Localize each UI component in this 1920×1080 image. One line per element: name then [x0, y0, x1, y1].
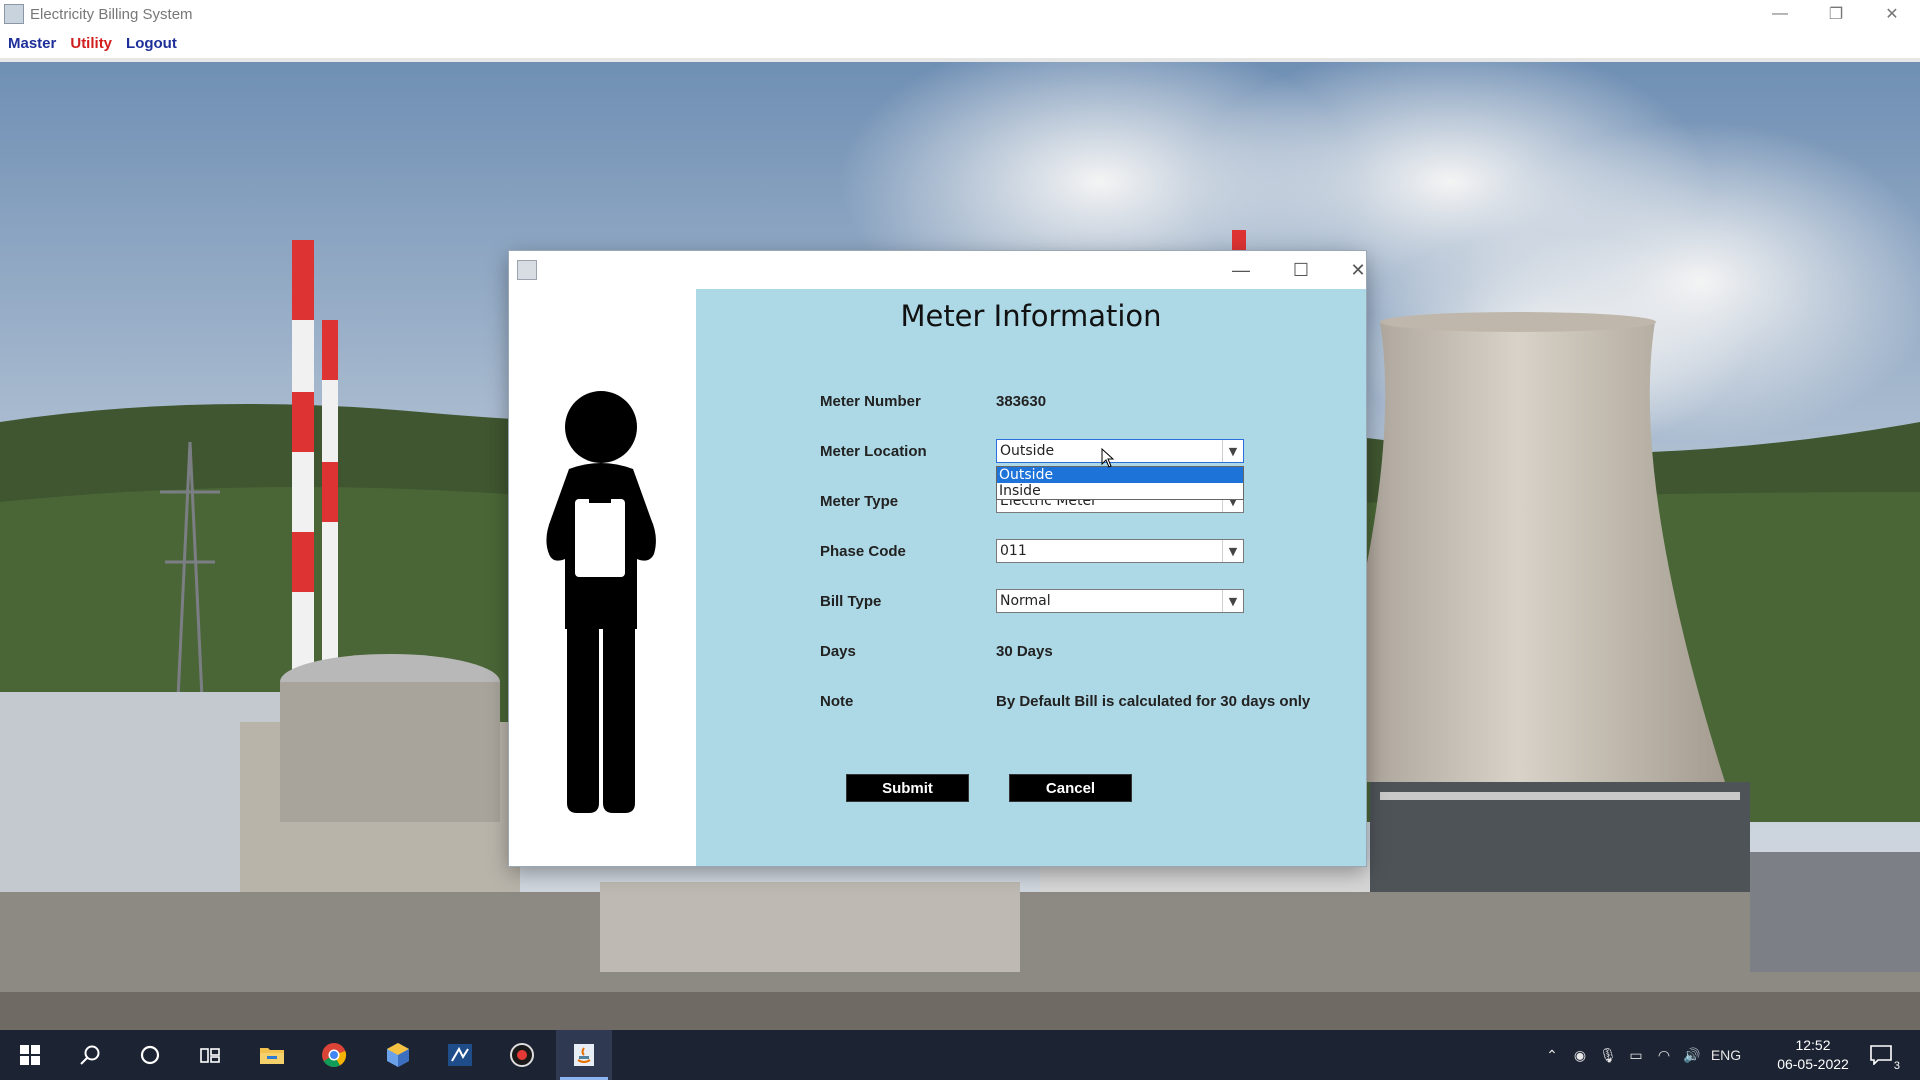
java-app-icon[interactable] [556, 1030, 612, 1080]
ide-icon[interactable] [432, 1030, 488, 1080]
dialog-maximize-button[interactable]: ☐ [1277, 251, 1325, 289]
chevron-down-icon[interactable]: ▼ [1222, 440, 1243, 462]
bill-type-select[interactable]: Normal ▼ [996, 589, 1244, 613]
app-title: Electricity Billing System [30, 5, 193, 23]
phase-code-select[interactable]: 011 ▼ [996, 539, 1244, 563]
bill-type-selected: Normal [1000, 593, 1051, 609]
meter-location-dropdown-list: Outside Inside [996, 466, 1244, 500]
submit-button[interactable]: Submit [846, 774, 969, 802]
record-icon[interactable] [494, 1030, 550, 1080]
days-value: 30 Days [996, 643, 1053, 660]
dialog-minimize-button[interactable]: — [1217, 251, 1265, 289]
meter-number-label: Meter Number [820, 393, 921, 410]
microphone-icon[interactable]: 🎙 [1594, 1047, 1622, 1064]
battery-icon[interactable]: ▭ [1622, 1047, 1650, 1064]
person-with-clipboard-icon [546, 391, 656, 813]
notification-count-badge: 3 [1893, 1060, 1900, 1072]
bill-type-label: Bill Type [820, 593, 882, 610]
java-app-icon [517, 260, 537, 280]
chevron-down-icon[interactable]: ▼ [1222, 540, 1243, 562]
meter-location-select[interactable]: Outside ▼ [996, 439, 1244, 463]
task-view-icon[interactable] [182, 1030, 238, 1080]
meter-location-option-outside[interactable]: Outside [997, 467, 1243, 483]
meter-location-option-inside[interactable]: Inside [997, 483, 1243, 499]
phase-code-label: Phase Code [820, 543, 906, 560]
dialog-heading: Meter Information [900, 299, 1162, 333]
app-minimize-button[interactable]: — [1752, 0, 1808, 28]
volume-icon[interactable]: 🔊 [1678, 1047, 1706, 1064]
webcam-icon[interactable]: ◉ [1566, 1047, 1594, 1064]
app-titlebar: Electricity Billing System — ❐ ✕ [0, 0, 1920, 28]
system-tray: ⌃ ◉ 🎙 ▭ ◠ 🔊 ENG [1538, 1030, 1746, 1080]
meter-form-panel: Meter Information Meter Number 383630 Me… [696, 289, 1366, 866]
note-label: Note [820, 693, 854, 710]
clock-time: 12:52 [1795, 1037, 1831, 1053]
menu-master[interactable]: Master [8, 35, 56, 52]
file-explorer-icon[interactable] [244, 1030, 300, 1080]
notification-center-icon[interactable]: 3 [1856, 1030, 1906, 1080]
cancel-button[interactable]: Cancel [1009, 774, 1132, 802]
meter-type-label: Meter Type [820, 493, 899, 510]
dialog-titlebar: — ☐ ✕ [509, 251, 1366, 289]
meter-information-dialog: — ☐ ✕ Meter Information Meter Number 383… [509, 251, 1366, 866]
note-value: By Default Bill is calculated for 30 day… [996, 693, 1311, 710]
meter-location-selected: Outside [1000, 443, 1055, 459]
wifi-icon[interactable]: ◠ [1650, 1047, 1678, 1064]
chrome-icon[interactable] [306, 1030, 362, 1080]
dialog-close-button[interactable]: ✕ [1334, 251, 1382, 289]
chevron-down-icon[interactable]: ▼ [1222, 590, 1243, 612]
mouse-cursor-icon [1101, 448, 1115, 468]
taskbar-clock[interactable]: 12:52 06-05-2022 [1768, 1036, 1858, 1074]
app-hexagon-icon[interactable] [370, 1030, 426, 1080]
menubar: Master Utility Logout [0, 28, 1920, 62]
meter-location-label: Meter Location [820, 443, 927, 460]
dialog-illustration-area [509, 289, 696, 866]
menu-logout[interactable]: Logout [126, 35, 177, 52]
meter-number-value: 383630 [996, 393, 1047, 410]
windows-start-icon[interactable] [2, 1030, 58, 1080]
search-icon[interactable] [62, 1030, 118, 1080]
language-indicator[interactable]: ENG [1706, 1047, 1746, 1063]
java-app-icon [4, 4, 24, 24]
menu-utility[interactable]: Utility [70, 35, 112, 52]
app-close-button[interactable]: ✕ [1864, 0, 1920, 28]
days-label: Days [820, 643, 856, 660]
cortana-icon[interactable] [122, 1030, 178, 1080]
chevron-up-icon[interactable]: ⌃ [1538, 1047, 1566, 1064]
clock-date: 06-05-2022 [1777, 1056, 1849, 1072]
app-restore-button[interactable]: ❐ [1808, 0, 1864, 28]
phase-code-selected: 011 [1000, 543, 1027, 559]
taskbar: ⌃ ◉ 🎙 ▭ ◠ 🔊 ENG 12:52 06-05-2022 3 [0, 1030, 1920, 1080]
